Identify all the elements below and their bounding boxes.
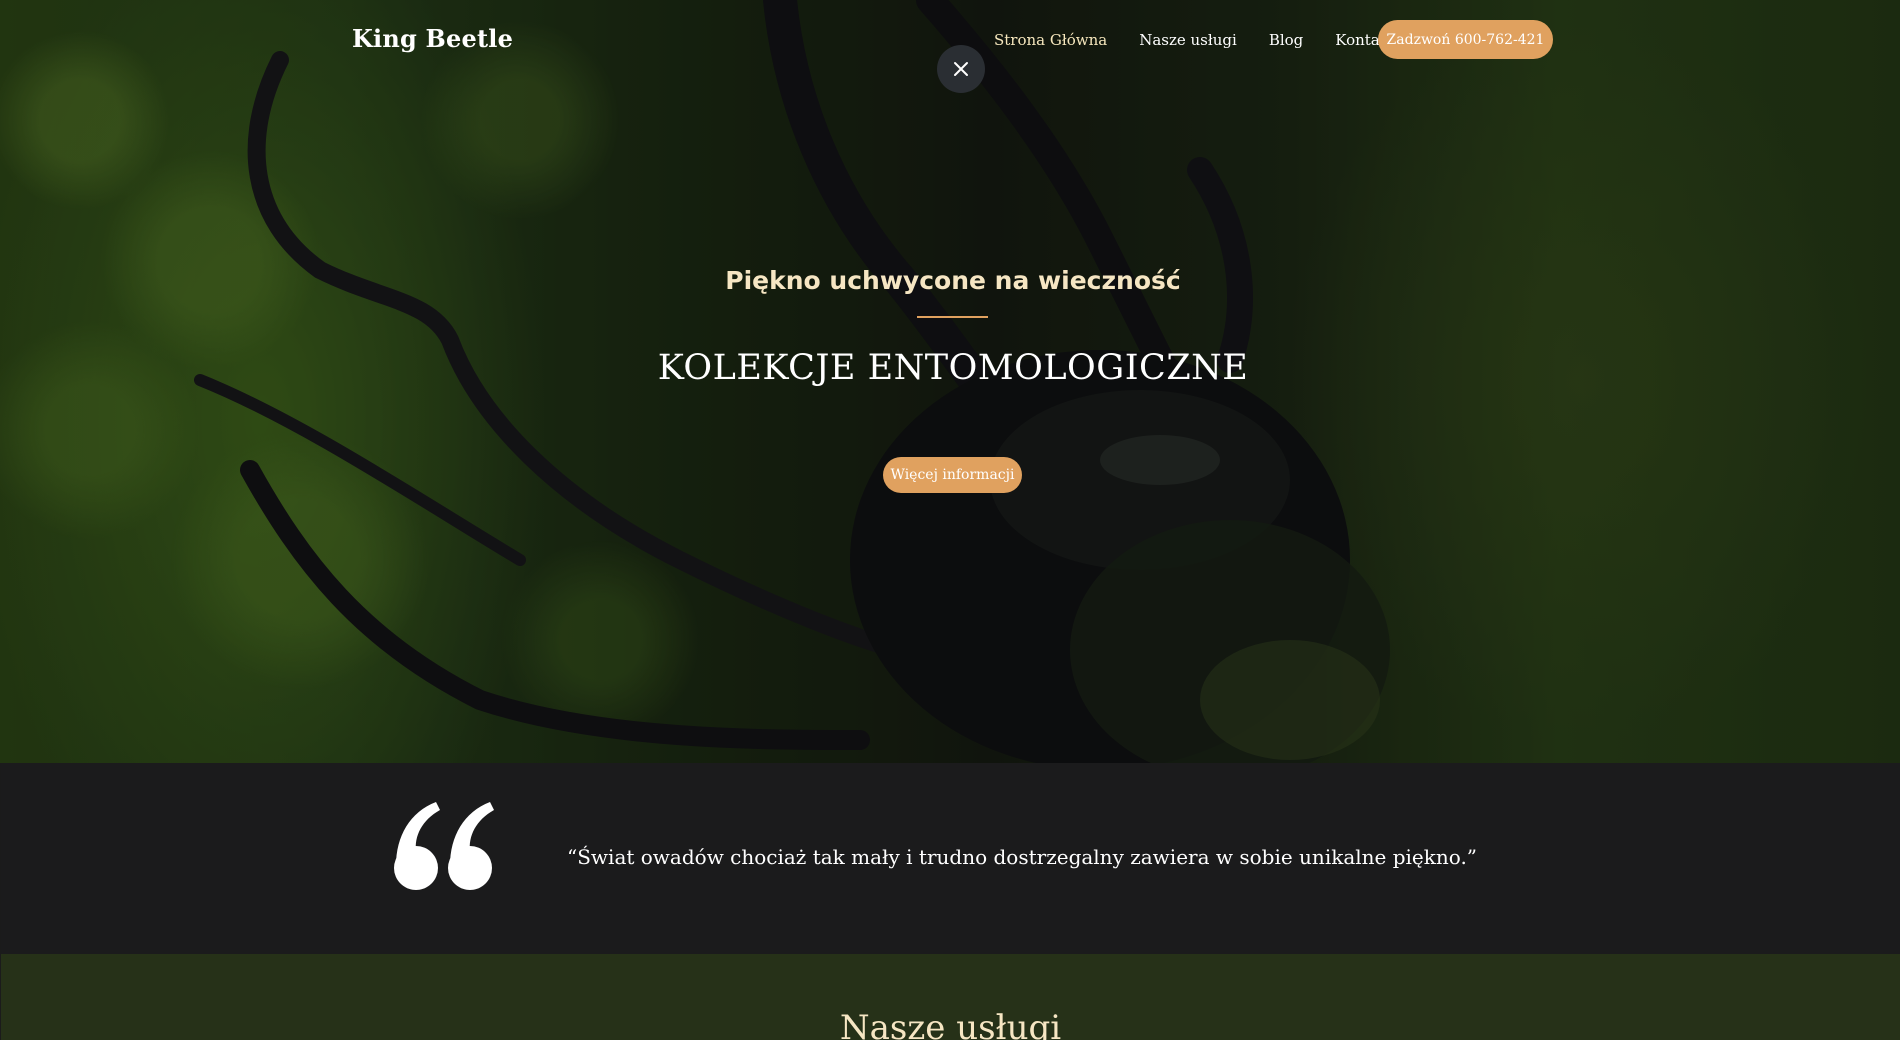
hero-divider (917, 316, 988, 318)
close-button[interactable] (937, 45, 985, 93)
nav-item-home[interactable]: Strona Główna (994, 31, 1107, 49)
hero-kicker: Piękno uchwycone na wieczność (725, 266, 1181, 295)
call-button[interactable]: Zadzwoń 600-762-421 (1378, 20, 1553, 59)
main-nav: Strona Główna Nasze usługi Blog Kontakt (994, 31, 1427, 49)
close-icon (954, 62, 968, 76)
hero-section: King Beetle Strona Główna Nasze usługi B… (0, 0, 1900, 763)
quote-text: “Świat owadów chociaż tak mały i trudno … (567, 845, 1478, 869)
nav-item-blog[interactable]: Blog (1269, 31, 1303, 49)
nav-item-services[interactable]: Nasze usługi (1139, 31, 1237, 49)
more-info-button[interactable]: Więcej informacji (883, 457, 1022, 493)
hero-title: KOLEKCJE ENTOMOLOGICZNE (657, 348, 1249, 388)
site-logo[interactable]: King Beetle (352, 24, 513, 53)
services-title: Nasze usługi (839, 1008, 1062, 1040)
services-section: Nasze usługi (1, 954, 1900, 1040)
quote-icon (394, 802, 494, 890)
